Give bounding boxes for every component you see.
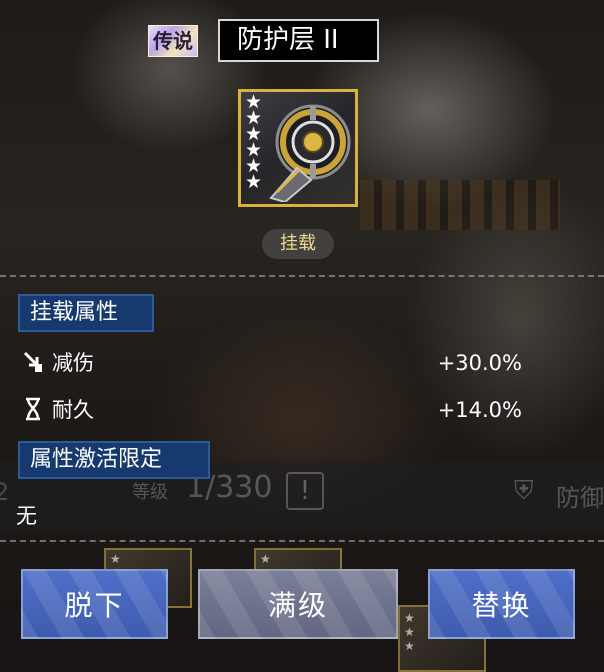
section-divider	[0, 275, 604, 277]
stat-row-damage-reduction: 减伤 +30.0%	[22, 348, 522, 378]
background-left-number: 2	[0, 478, 10, 506]
hourglass-icon	[22, 397, 44, 421]
star-icon: ★	[245, 171, 263, 193]
section-divider	[0, 540, 604, 542]
rarity-badge: 传说	[148, 25, 198, 57]
replace-button[interactable]: 替换	[428, 569, 575, 639]
equipment-icon-frame[interactable]: ★ ★ ★ ★ ★ ★	[238, 89, 358, 207]
activation-restriction-header: 属性激活限定	[18, 441, 210, 479]
activation-restriction-value: 无	[16, 504, 37, 528]
star-icon: ★	[404, 611, 415, 625]
background-warning-icon: !	[286, 472, 324, 510]
background-shield-icon: ⛨	[514, 476, 534, 506]
stat-label: 耐久	[52, 398, 94, 422]
stat-value: +30.0%	[437, 351, 522, 375]
stat-label: 减伤	[52, 351, 94, 375]
unequip-button[interactable]: 脱下	[21, 569, 168, 639]
mount-attributes-header: 挂载属性	[18, 294, 154, 332]
stat-value: +14.0%	[437, 398, 522, 422]
star-icon: ★	[404, 639, 415, 653]
shield-gear-icon	[269, 104, 351, 202]
star-rating: ★ ★ ★ ★ ★ ★	[245, 93, 263, 193]
star-icon: ★	[110, 552, 121, 566]
star-icon: ★	[404, 625, 415, 639]
equipment-name: 防护层 II	[218, 19, 379, 62]
background-defense-label: 防御	[556, 484, 604, 512]
mount-status-badge: 挂载	[262, 229, 334, 259]
damage-reduction-icon	[22, 350, 44, 374]
background-level-label: 等级	[132, 482, 168, 503]
stat-row-durability: 耐久 +14.0%	[22, 395, 522, 425]
star-icon: ★	[260, 552, 271, 566]
max-level-button[interactable]: 满级	[198, 569, 398, 639]
